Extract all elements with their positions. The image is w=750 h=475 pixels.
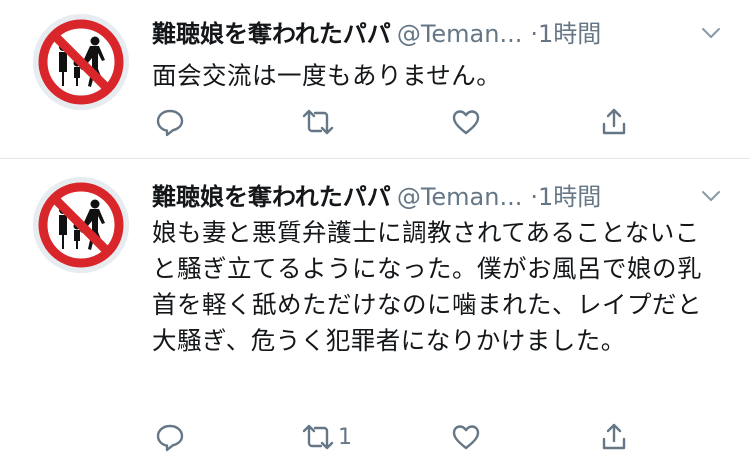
reply-icon — [155, 107, 185, 137]
heart-icon — [451, 107, 481, 137]
retweet-count: 1 — [338, 424, 352, 450]
retweet-icon — [300, 422, 336, 452]
tweet-actions — [155, 104, 635, 140]
tweet[interactable]: 難聴娘を奪われたパパ @Teman... ·1時間 娘も妻と悪質弁護士に調教されてあ… — [0, 159, 750, 475]
like-button[interactable] — [451, 419, 481, 455]
avatar[interactable] — [33, 177, 129, 273]
retweet-icon — [300, 107, 336, 137]
share-icon — [599, 107, 629, 137]
avatar[interactable] — [33, 14, 129, 110]
reply-icon — [155, 422, 185, 452]
no-taking-child-sign-icon — [33, 14, 129, 110]
reply-button[interactable] — [155, 104, 185, 140]
retweet-button[interactable]: 1 — [300, 419, 352, 455]
author-handle[interactable]: @Teman... — [397, 20, 523, 48]
tweet-actions: 1 — [155, 419, 635, 455]
like-button[interactable] — [451, 104, 481, 140]
share-button[interactable] — [599, 104, 629, 140]
tweet-text: 娘も妻と悪質弁護士に調教されてあることないこと騒ぎ立てるようになった。僕がお風呂… — [152, 218, 702, 355]
chevron-down-icon[interactable] — [700, 185, 722, 207]
tweet-text: 面会交流は一度もありません。 — [152, 61, 502, 90]
share-button[interactable] — [599, 419, 629, 455]
chevron-down-icon[interactable] — [700, 22, 722, 44]
retweet-button[interactable] — [300, 104, 338, 140]
tweet[interactable]: 難聴娘を奪われたパパ @Teman... ·1時間 面会交流は一度もありません。 — [0, 0, 750, 158]
reply-button[interactable] — [155, 419, 185, 455]
author-name[interactable]: 難聴娘を奪われたパパ — [152, 20, 391, 48]
heart-icon — [451, 422, 481, 452]
tweet-header: 難聴娘を奪われたパパ @Teman... ·1時間 — [152, 14, 601, 48]
tweet-header: 難聴娘を奪われたパパ @Teman... ·1時間 — [152, 177, 601, 211]
author-name[interactable]: 難聴娘を奪われたパパ — [152, 183, 391, 211]
no-taking-child-sign-icon — [33, 177, 129, 273]
tweet-time[interactable]: ·1時間 — [530, 183, 601, 211]
share-icon — [599, 422, 629, 452]
author-handle[interactable]: @Teman... — [397, 183, 523, 211]
tweet-time[interactable]: ·1時間 — [530, 20, 601, 48]
